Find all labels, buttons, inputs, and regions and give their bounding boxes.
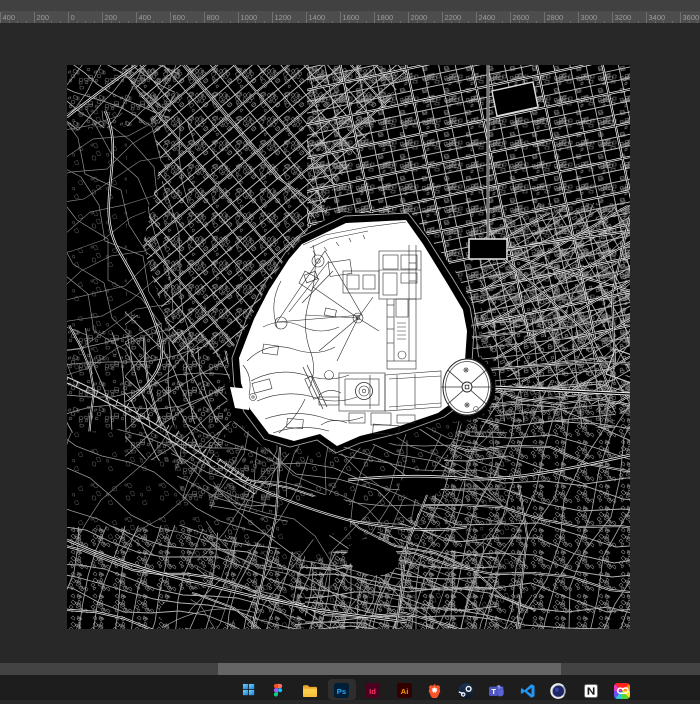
svg-text:T: T <box>491 687 496 696</box>
svg-text:Ai: Ai <box>400 687 408 696</box>
svg-text:Ps: Ps <box>337 687 346 696</box>
svg-text:Id: Id <box>369 687 376 696</box>
